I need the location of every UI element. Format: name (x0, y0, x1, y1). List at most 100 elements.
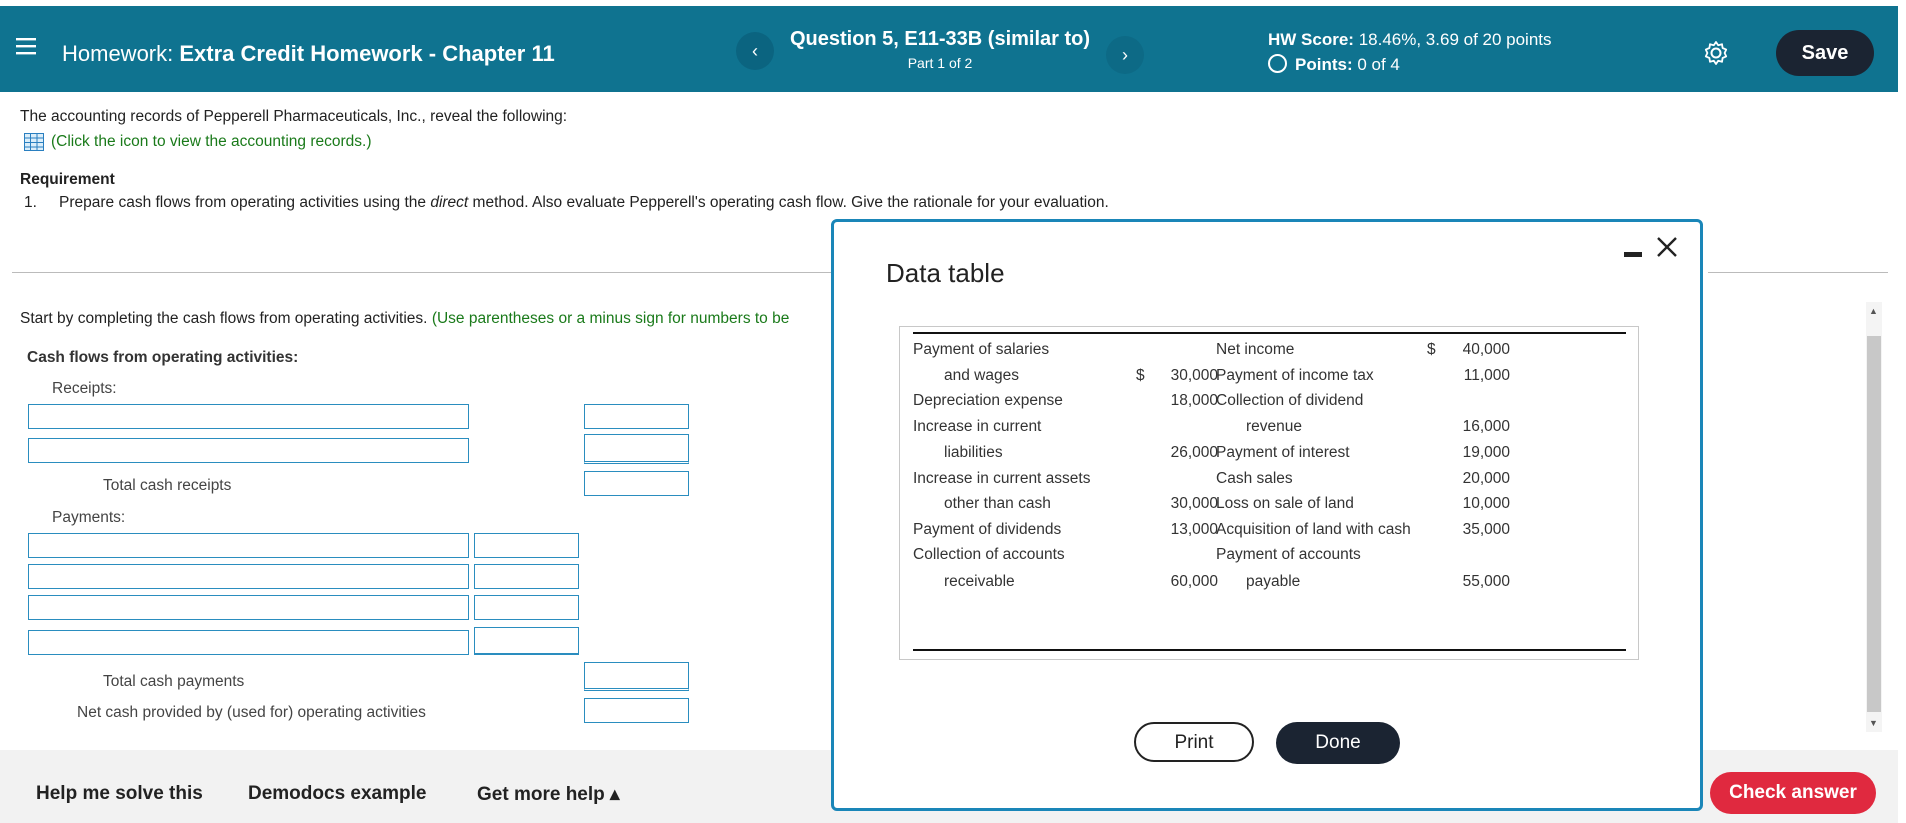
requirement-number: 1. (24, 194, 37, 211)
table-row-label: revenue (1246, 418, 1303, 435)
payment-label-input[interactable] (28, 564, 469, 589)
table-row-label: Depreciation expense (913, 392, 1063, 409)
hw-score-value: 18.46%, 3.69 of 20 points (1358, 30, 1552, 49)
payment-label-input[interactable] (28, 533, 469, 558)
table-row-value: 18,000 (1170, 392, 1218, 409)
question-title: Question 5, E11-33B (similar to) (789, 28, 1091, 50)
table-row-value: 11,000 (1463, 367, 1510, 384)
problem-intro: The accounting records of Pepperell Phar… (20, 108, 568, 125)
table-row-value: 60,000 (1170, 573, 1218, 590)
done-button[interactable]: Done (1276, 722, 1400, 764)
receipts-label: Receipts: (52, 380, 117, 397)
payments-label: Payments: (52, 509, 126, 526)
requirement-text-end: method. Also evaluate Pepperell's operat… (468, 194, 1109, 211)
requirement-heading: Requirement (20, 171, 115, 188)
table-row-value: 19,000 (1462, 444, 1510, 461)
payment-amount-input[interactable] (474, 595, 579, 620)
table-row-label: liabilities (944, 444, 1003, 461)
table-row-label: receivable (944, 573, 1015, 590)
receipt-amount-input[interactable] (584, 404, 689, 429)
scroll-down-icon[interactable]: ▼ (1869, 718, 1878, 728)
check-answer-button[interactable]: Check answer (1710, 772, 1876, 814)
homework-title: Homework: Extra Credit Homework - Chapte… (62, 41, 555, 67)
total-payments-label: Total cash payments (103, 673, 245, 690)
table-row-value: 30,000 (1170, 495, 1218, 512)
total-payments-input[interactable] (584, 662, 689, 691)
get-more-help-button[interactable]: Get more help ▴ (477, 783, 620, 806)
save-button[interactable]: Save (1776, 30, 1874, 76)
requirement-text-emphasis: direct (430, 194, 469, 211)
table-icon[interactable] (24, 133, 44, 156)
table-row-label: Payment of income tax (1216, 367, 1374, 384)
table-row-label: Payment of interest (1216, 444, 1350, 461)
divider (1708, 272, 1888, 273)
table-row-label: Collection of dividend (1216, 392, 1364, 409)
requirement-text: Prepare cash flows from operating activi… (59, 194, 1109, 212)
minimize-icon[interactable] (1624, 252, 1642, 257)
table-row-label: Acquisition of land with cash (1216, 521, 1411, 538)
homework-name: Extra Credit Homework - Chapter 11 (179, 41, 555, 66)
table-row-label: Collection of accounts (913, 546, 1065, 563)
points-value: 0 of 4 (1357, 55, 1400, 74)
net-cash-label: Net cash provided by (used for) operatin… (77, 704, 426, 721)
receipt-amount-input[interactable] (584, 434, 689, 464)
table-row-value: 30,000 (1170, 367, 1218, 384)
table-row-label: and wages (944, 367, 1019, 384)
receipt-label-input[interactable] (28, 404, 469, 429)
instruction-hint: (Use parentheses or a minus sign for num… (431, 310, 790, 327)
table-row-label: other than cash (944, 495, 1051, 512)
table-row-label: Net income (1216, 341, 1295, 358)
section-heading: Cash flows from operating activities: (27, 349, 299, 366)
view-records-link[interactable]: (Click the icon to view the accounting r… (51, 133, 371, 151)
close-icon[interactable] (1656, 234, 1678, 264)
table-row-value: 26,000 (1170, 444, 1218, 461)
progress-circle-icon (1268, 54, 1287, 73)
header-bar: Homework: Extra Credit Homework - Chapte… (0, 6, 1898, 92)
hw-score-label: HW Score: (1268, 30, 1354, 49)
total-receipts-label: Total cash receipts (103, 477, 232, 494)
table-row-label: Payment of dividends (913, 521, 1062, 538)
modal-title: Data table (886, 258, 1005, 288)
table-row-value: 35,000 (1462, 521, 1510, 538)
table-row-value: 55,000 (1462, 573, 1510, 590)
homework-prefix: Homework: (62, 41, 174, 66)
demodocs-example-button[interactable]: Demodocs example (248, 783, 426, 805)
divider (12, 272, 836, 273)
table-bottom-rule (913, 649, 1626, 651)
payment-amount-input[interactable] (474, 533, 579, 558)
scroll-up-icon[interactable]: ▲ (1869, 306, 1878, 316)
payment-amount-input[interactable] (474, 564, 579, 589)
table-row-label: Payment of salaries (913, 341, 1050, 358)
requirement-text-start: Prepare cash flows from operating activi… (59, 194, 431, 211)
hamburger-icon[interactable] (16, 32, 36, 60)
next-question-button[interactable]: › (1106, 36, 1144, 74)
scrollbar-thumb[interactable] (1867, 336, 1881, 712)
work-instruction: Start by completing the cash flows from … (20, 310, 789, 328)
table-row-value: 10,000 (1462, 495, 1510, 512)
table-row-label: Increase in current assets (913, 470, 1091, 487)
net-cash-input[interactable] (584, 698, 689, 723)
instruction-text: Start by completing the cash flows from … (20, 310, 428, 327)
table-row-value: 16,000 (1462, 418, 1510, 435)
table-row-label: Loss on sale of land (1216, 495, 1354, 512)
table-row-value: 40,000 (1462, 341, 1510, 358)
points-label: Points: (1295, 55, 1353, 74)
table-top-rule (913, 332, 1626, 334)
total-receipts-input[interactable] (584, 471, 689, 496)
question-part: Part 1 of 2 (907, 55, 973, 71)
help-me-solve-button[interactable]: Help me solve this (36, 783, 203, 805)
payment-label-input[interactable] (28, 630, 469, 655)
payment-amount-input[interactable] (474, 627, 579, 655)
gear-icon[interactable] (1703, 40, 1729, 66)
table-row-label: payable (1246, 573, 1301, 590)
table-row-value: 13,000 (1170, 521, 1218, 538)
table-row-label: Payment of accounts (1216, 546, 1361, 563)
points: Points: 0 of 4 (1268, 54, 1400, 75)
print-button[interactable]: Print (1134, 722, 1254, 762)
hw-score: HW Score: 18.46%, 3.69 of 20 points (1268, 30, 1552, 50)
payment-label-input[interactable] (28, 595, 469, 620)
table-row-label: Cash sales (1216, 470, 1293, 487)
data-table-modal: Data table Payment of salaries and wages $… (831, 219, 1703, 811)
receipt-label-input[interactable] (28, 438, 469, 463)
table-row-value: 20,000 (1462, 470, 1510, 487)
